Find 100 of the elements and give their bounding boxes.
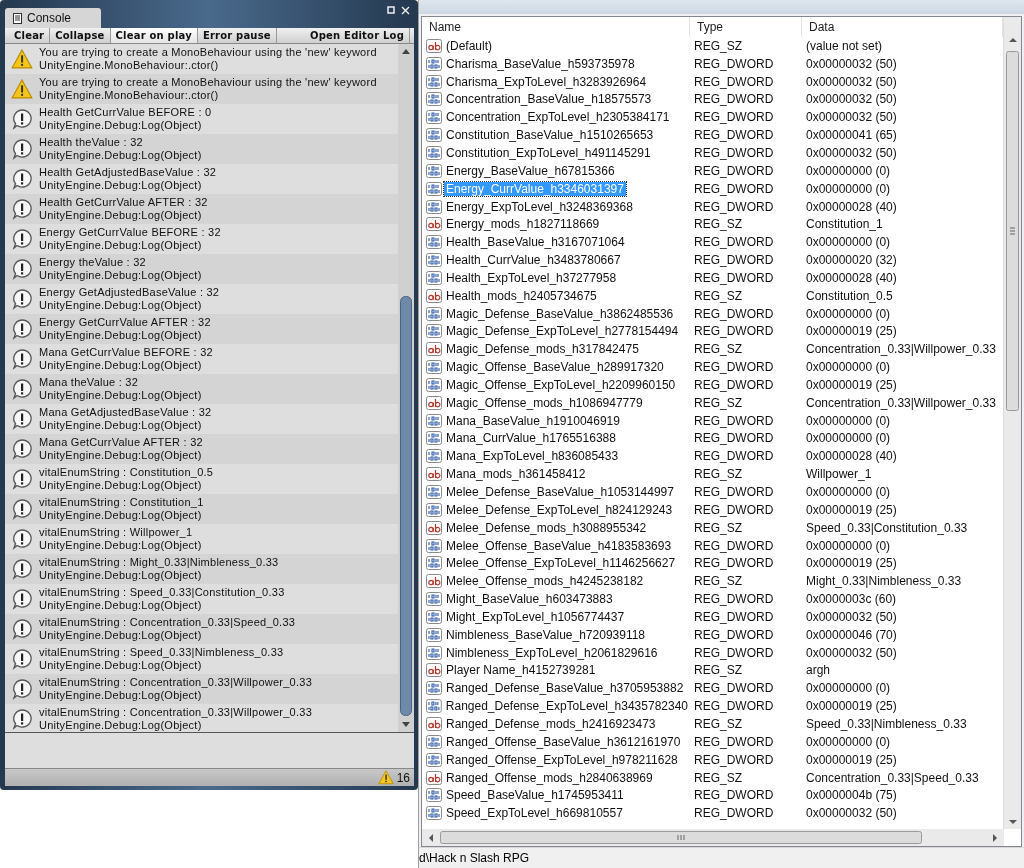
value-type: REG_DWORD [693,502,775,517]
value-type: REG_SZ [693,663,743,678]
value-name[interactable]: Ranged_Defense_mods_h2416923473 [444,717,658,731]
value-name[interactable]: Melee_Defense_BaseValue_h1053144997 [444,485,676,499]
column-header[interactable]: Name [422,17,690,37]
value-name[interactable]: Might_BaseValue_h603473883 [444,592,615,607]
value-name[interactable]: Ranged_Offense_mods_h2840638969 [444,770,655,785]
value-name[interactable]: Concentration_BaseValue_h18575573 [444,92,654,107]
binary-value-icon [426,306,442,321]
value-name[interactable]: Magic_Defense_ExpToLevel_h2778154494 [444,324,681,339]
scroll-right-icon[interactable] [992,833,998,842]
value-name[interactable]: Ranged_Offense_ExpToLevel_h978211628 [444,752,680,767]
value-name[interactable]: Ranged_Defense_ExpToLevel_h3435782340 [443,699,690,714]
exclamation-bubble-icon [11,618,33,640]
binary-value-icon [426,235,442,250]
value-name[interactable]: Charisma_ExpToLevel_h3283926964 [444,74,649,89]
log-entry[interactable]: Energy GetCurrValue AFTER : 32 UnityEngine.Debug:Log(Object) [5,314,398,344]
value-name[interactable]: Magic_Offense_ExpToLevel_h2209960150 [444,377,678,392]
log-entry[interactable]: Mana theValue : 32 UnityEngine.Debug:Log(Object) [5,374,398,404]
string-value-icon [426,395,442,410]
log-message: Mana GetCurrValue BEFORE : 32 [39,346,213,359]
value-name[interactable]: Speed_ExpToLevel_h669810557 [444,806,625,821]
value-data: 0x00000000 (0) [805,306,892,321]
value-name[interactable]: Mana_CurrValue_h1765516388 [444,431,618,446]
log-entry[interactable]: vitalEnumString : Constitution_1 UnityEngine.Debug:Log(Object) [5,494,398,524]
value-data: Speed_0.33|Constitution_0.33 [805,520,969,535]
log-entry[interactable]: vitalEnumString : Might_0.33|Nimbleness_0.33 UnityEngine.Debug:Log(Object) [5,554,398,584]
value-name[interactable]: Charisma_BaseValue_h593735978 [444,56,637,71]
value-name[interactable]: Mana_BaseValue_h1910046919 [444,413,622,428]
log-trace: UnityEngine.Debug:Log(Object) [39,509,203,522]
log-entry[interactable]: vitalEnumString : Concentration_0.33|Willpower_0.33 UnityEngine.Debug:Log(Object) [5,674,398,704]
value-name[interactable]: Health_mods_h2405734675 [444,288,599,303]
scrollbar-thumb[interactable] [1006,51,1019,411]
value-name[interactable]: Melee_Defense_ExpToLevel_h824129243 [444,502,675,517]
exclamation-bubble-icon [11,108,33,130]
value-name[interactable]: Health_BaseValue_h3167071064 [444,235,627,250]
log-message: You are trying to create a MonoBehaviour using the 'new' keyword [39,76,377,89]
value-name[interactable]: Magic_Defense_mods_h317842475 [444,342,641,357]
value-data: 0x00000019 (25) [805,699,898,714]
value-name[interactable]: Energy_ExpToLevel_h3248369368 [444,199,635,214]
value-name[interactable]: Magic_Offense_BaseValue_h289917320 [444,360,666,375]
value-name[interactable]: Energy_mods_h1827118669 [444,217,602,232]
value-name[interactable]: Health_ExpToLevel_h37277958 [444,270,619,285]
value-name[interactable]: Melee_Offense_BaseValue_h4183583693 [444,538,674,553]
scroll-left-icon[interactable] [428,833,434,842]
value-name[interactable]: Speed_BaseValue_h1745953411 [444,788,626,803]
log-entry[interactable]: Health theValue : 32 UnityEngine.Debug:Log(Object) [5,134,398,164]
log-trace: UnityEngine.Debug:Log(Object) [39,689,203,702]
scrollbar-thumb[interactable] [440,831,922,844]
log-message: Energy GetAdjustedBaseValue : 32 [39,286,220,299]
value-name[interactable]: Mana_ExpToLevel_h836085433 [444,449,621,464]
console-tab[interactable]: Console [5,8,102,28]
warning-icon [11,79,33,99]
log-entry[interactable]: Mana GetCurrValue AFTER : 32 UnityEngine.Debug:Log(Object) [5,434,398,464]
log-entry[interactable]: vitalEnumString : Concentration_0.33|Speed_0.33 UnityEngine.Debug:Log(Object) [5,614,398,644]
scroll-up-icon[interactable] [1008,37,1017,43]
value-data: 0x00000032 (50) [805,74,898,89]
string-value-icon [426,467,442,482]
log-message: Energy GetCurrValue BEFORE : 32 [39,226,221,239]
exclamation-bubble-icon [11,258,33,280]
value-name[interactable]: Melee_Offense_ExpToLevel_h1146256627 [444,556,678,571]
close-icon[interactable] [401,6,410,15]
value-type: REG_SZ [693,395,743,410]
toolbar-button[interactable]: Clear on play [110,28,198,43]
value-type: REG_DWORD [693,645,775,660]
value-name[interactable]: Constitution_BaseValue_h1510265653 [444,128,656,143]
value-name[interactable]: Mana_mods_h361458412 [444,467,588,482]
value-type: REG_DWORD [693,806,775,821]
log-message: Mana GetAdjustedBaseValue : 32 [39,406,212,419]
log-entry[interactable]: Energy theValue : 32 UnityEngine.Debug:Log(Object) [5,254,398,284]
value-name[interactable]: Magic_Offense_mods_h1086947779 [444,395,645,410]
value-name[interactable]: Ranged_Offense_BaseValue_h3612161970 [444,734,683,749]
scroll-down-icon[interactable] [1008,819,1017,825]
value-name[interactable]: Melee_Defense_mods_h3088955342 [444,520,649,535]
value-name[interactable]: Melee_Offense_mods_h4245238182 [444,574,646,589]
value-name[interactable]: Player Name_h4152739281 [444,663,598,678]
value-name[interactable]: Concentration_ExpToLevel_h2305384171 [444,110,672,125]
value-type: REG_DWORD [693,56,775,71]
exclamation-bubble-icon [11,528,33,550]
value-name[interactable]: Constitution_ExpToLevel_h491145291 [444,146,653,160]
value-name[interactable]: Nimbleness_ExpToLevel_h2061829616 [444,645,660,660]
scroll-down-icon[interactable] [402,720,410,728]
scrollbar-thumb[interactable] [400,296,412,716]
value-name[interactable]: Magic_Defense_BaseValue_h3862485536 [444,306,676,321]
value-name[interactable]: Health_CurrValue_h3483780667 [444,253,623,268]
value-name[interactable]: (Default) [444,38,494,53]
column-header[interactable]: Type [690,17,802,37]
exclamation-bubble-icon [11,408,33,430]
value-type: REG_DWORD [693,485,775,499]
scroll-up-icon[interactable] [402,48,410,56]
log-entry[interactable]: You are trying to create a MonoBehaviour using the 'new' keyword UnityEngine.MonoBehaviour:.ctor() [5,74,398,104]
value-data: 0x00000000 (0) [805,734,892,749]
log-trace: UnityEngine.Debug:Log(Object) [39,719,203,732]
value-name[interactable]: Energy_BaseValue_h67815366 [444,163,617,178]
value-name[interactable]: Might_ExpToLevel_h1056774437 [444,609,627,624]
maximize-icon[interactable] [387,6,395,14]
value-data: Constitution_1 [805,217,884,232]
value-name[interactable]: Nimbleness_BaseValue_h720939118 [444,627,648,642]
value-name[interactable]: Ranged_Defense_BaseValue_h3705953882 [444,681,686,696]
log-entry[interactable]: Health GetCurrValue AFTER : 32 UnityEngine.Debug:Log(Object) [5,194,398,224]
